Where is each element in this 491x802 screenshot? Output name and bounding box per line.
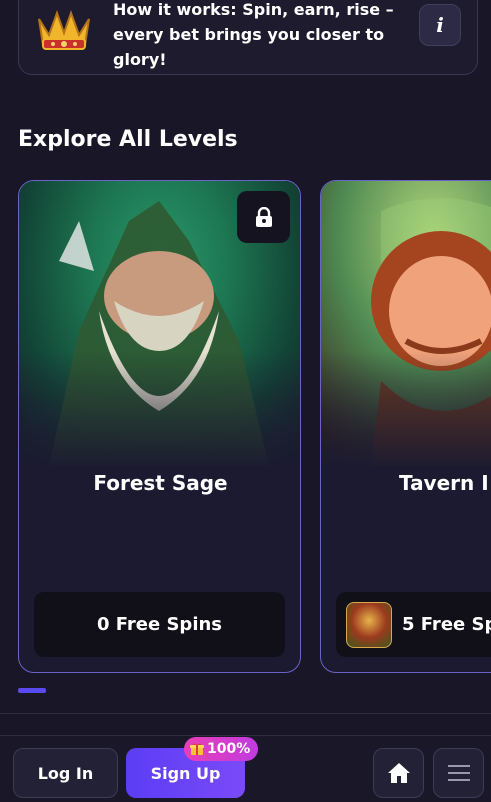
bonus-badge: 100%: [184, 737, 259, 761]
level-card-tavern[interactable]: Tavern I 5 Free Sp: [320, 180, 491, 673]
levels-carousel[interactable]: Forest Sage 0 Free Spins Tavern I 5 Free…: [0, 180, 491, 675]
lock-icon: [255, 207, 272, 227]
level-title: Tavern I: [399, 471, 489, 495]
info-text: How it works: Spin, earn, rise – every b…: [113, 0, 394, 69]
login-button[interactable]: Log In: [13, 748, 118, 798]
lock-button[interactable]: [237, 191, 290, 243]
gift-icon: [190, 743, 204, 755]
info-icon: i: [436, 13, 444, 37]
info-button[interactable]: i: [419, 4, 461, 46]
game-thumbnail: [346, 601, 392, 648]
home-button[interactable]: [373, 748, 424, 798]
level-artwork: [321, 181, 491, 471]
free-spins-text: 5 Free Sp: [402, 614, 491, 635]
crown-icon: [38, 10, 90, 50]
bonus-text: 100%: [207, 741, 251, 757]
menu-icon: [447, 765, 470, 781]
free-spins-text: 0 Free Spins: [96, 614, 223, 635]
carousel-indicator[interactable]: [18, 688, 46, 693]
menu-button[interactable]: [433, 748, 484, 798]
home-icon: [387, 763, 410, 783]
info-banner: How it works: Spin, earn, rise – every b…: [18, 0, 478, 75]
section-title: Explore All Levels: [18, 127, 238, 152]
free-spins-label: 0 Free Spins: [34, 592, 285, 657]
level-card-forest-sage[interactable]: Forest Sage 0 Free Spins: [18, 180, 301, 673]
divider: [0, 713, 491, 714]
level-title: Forest Sage: [93, 471, 228, 495]
bottom-nav-bar: Log In Sign Up 100%: [0, 735, 491, 802]
free-spins-label: 5 Free Sp: [336, 592, 491, 657]
